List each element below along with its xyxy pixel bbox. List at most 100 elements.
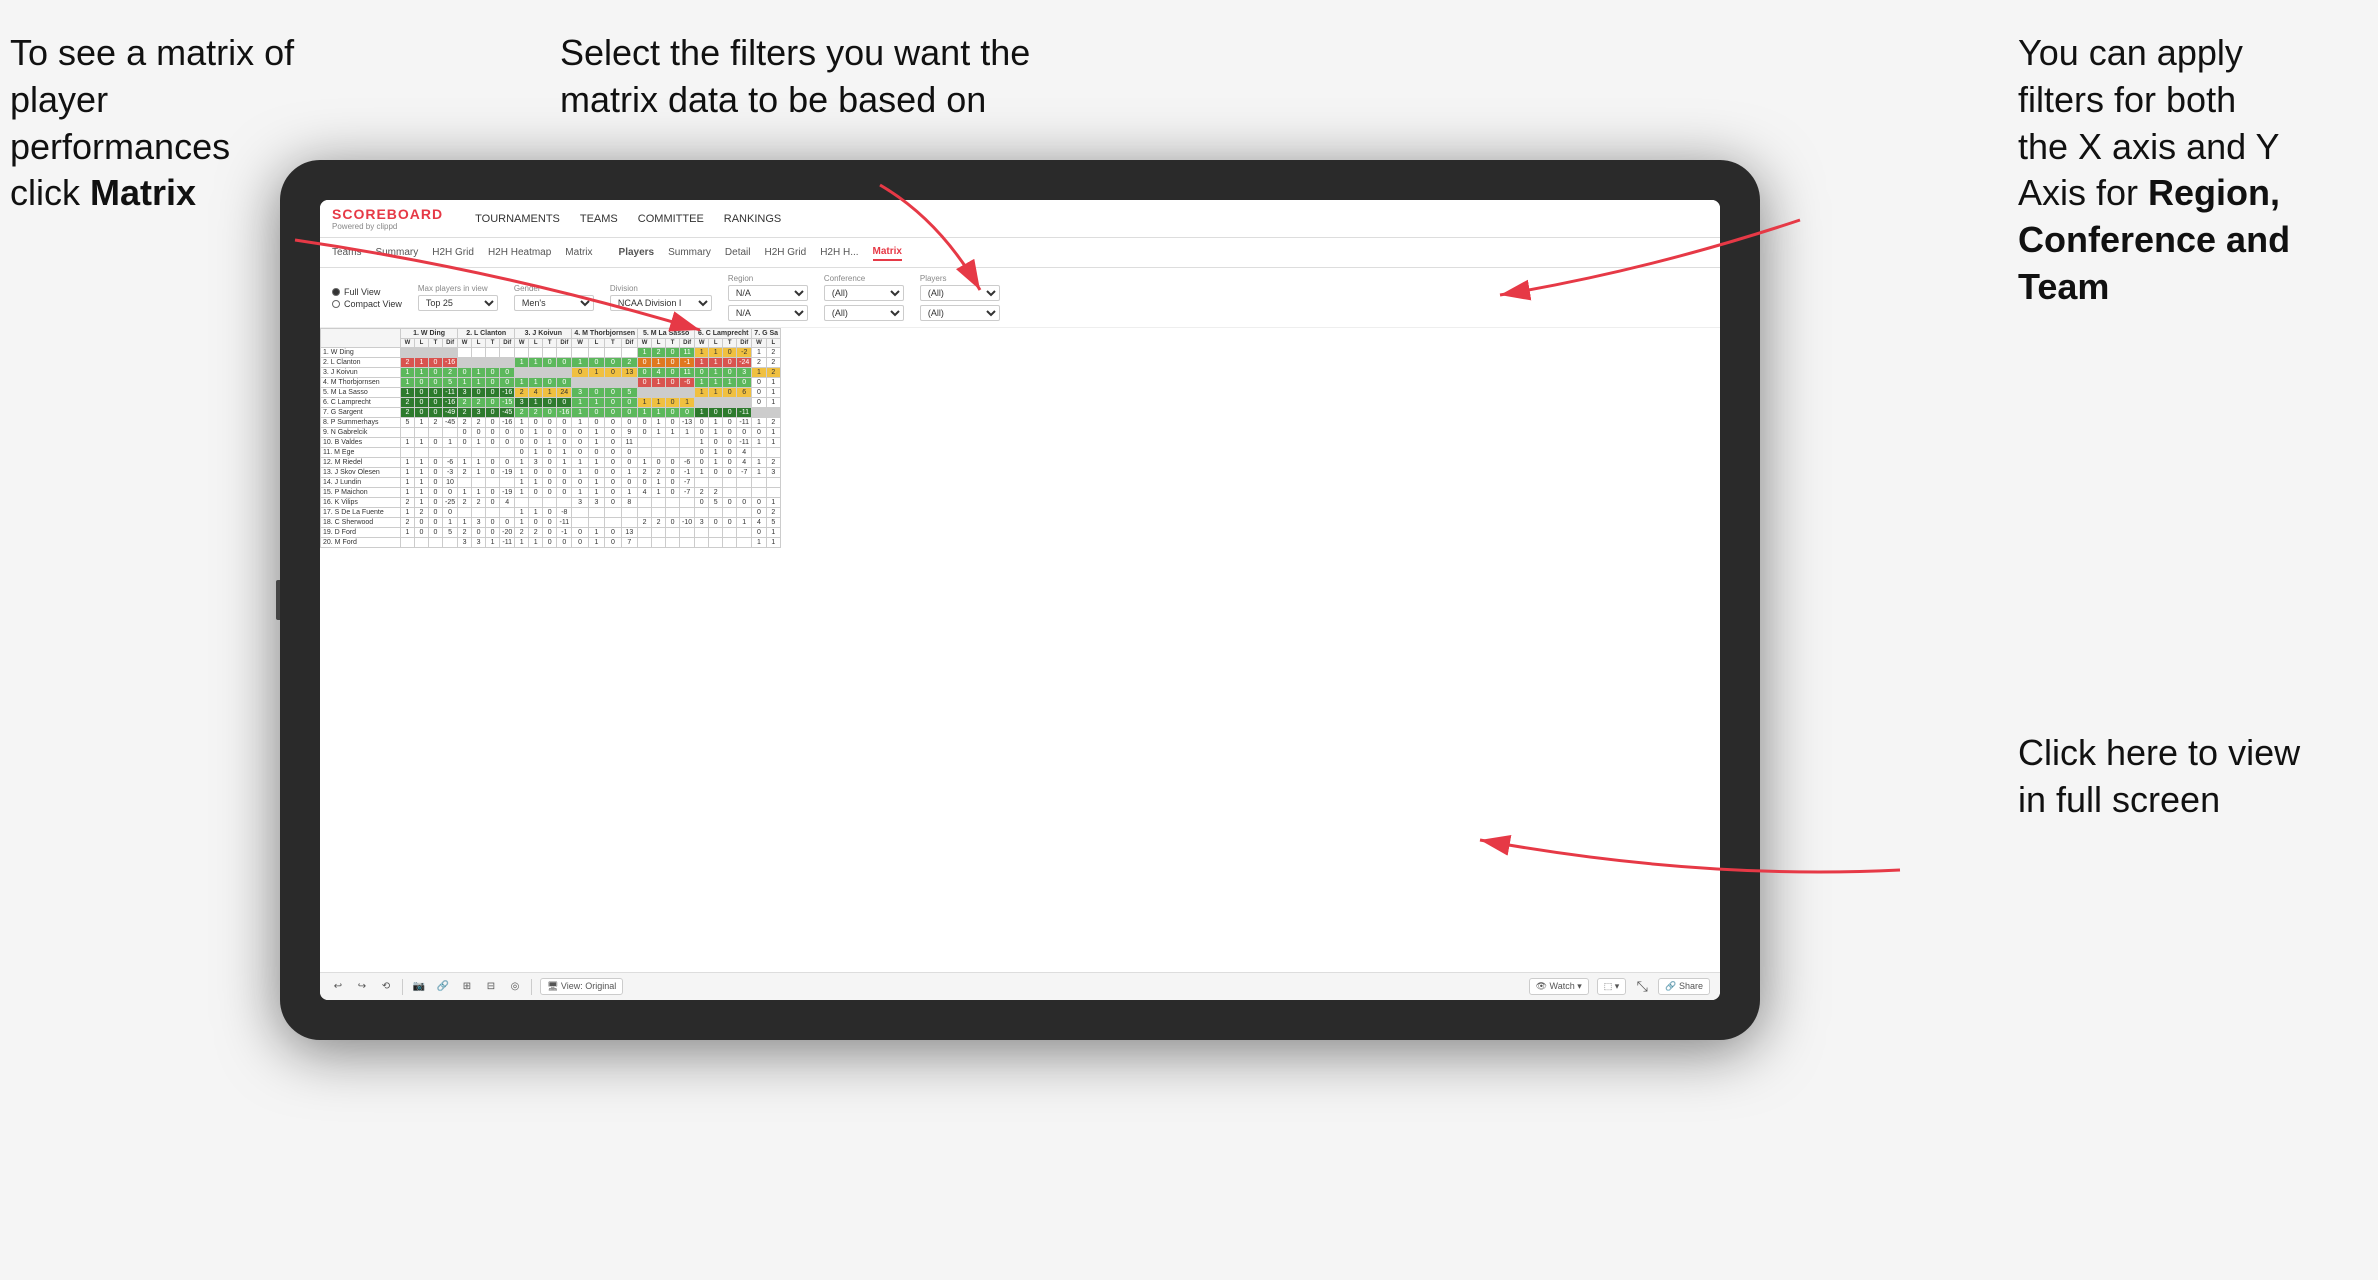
col-header-1: 1. W Ding (401, 329, 458, 339)
players-filter: Players (All) (All) (920, 274, 1000, 321)
compact-view-option[interactable]: Compact View (332, 299, 402, 309)
matrix-cell: 1 (588, 428, 604, 438)
players-select-1[interactable]: (All) (920, 285, 1000, 301)
matrix-cell: 5 (766, 518, 780, 528)
sub-nav-h2h-h[interactable]: H2H H... (820, 245, 858, 260)
matrix-cell: 0 (543, 428, 557, 438)
matrix-cell: 0 (737, 428, 752, 438)
matrix-cell (666, 528, 680, 538)
col-header-2: 2. L Clanton (458, 329, 515, 339)
sub-nav-h2h-heatmap[interactable]: H2H Heatmap (488, 245, 551, 260)
nav-committee[interactable]: COMMITTEE (638, 209, 704, 229)
matrix-cell: 1 (709, 358, 723, 368)
table-row: 14. J Lundin1101011000100010-7 (321, 478, 781, 488)
nav-rankings[interactable]: RANKINGS (724, 209, 781, 229)
sub-nav-h2h-grid[interactable]: H2H Grid (432, 245, 474, 260)
matrix-cell: 6 (737, 388, 752, 398)
matrix-cell: 0 (695, 368, 709, 378)
matrix-cell: 2 (458, 468, 472, 478)
sub-col-t2: T (486, 339, 500, 348)
matrix-cell: 0 (666, 358, 680, 368)
max-players-select[interactable]: Top 25 (418, 295, 498, 311)
gender-select[interactable]: Men's (514, 295, 594, 311)
matrix-cell (605, 348, 621, 358)
matrix-cell: 1 (572, 468, 588, 478)
matrix-cell: 1 (621, 468, 637, 478)
matrix-cell (695, 508, 709, 518)
refresh-icon[interactable]: ⟲ (378, 979, 394, 995)
minus-icon[interactable]: ⊟ (483, 979, 499, 995)
sub-nav-summary-2[interactable]: Summary (668, 245, 711, 260)
sub-nav-h2h-grid-2[interactable]: H2H Grid (765, 245, 807, 260)
matrix-cell: 0 (605, 398, 621, 408)
conference-label: Conference (824, 274, 904, 283)
matrix-table: 1. W Ding 2. L Clanton 3. J Koivun 4. M … (320, 328, 781, 548)
view-original-label: 🖥 View: Original (547, 981, 616, 992)
matrix-cell: 0 (588, 468, 604, 478)
link-icon[interactable]: 🔗 (435, 979, 451, 995)
compact-view-radio[interactable] (332, 300, 340, 308)
matrix-cell (680, 528, 695, 538)
nav-teams[interactable]: TEAMS (580, 209, 618, 229)
region-select-2[interactable]: N/A (728, 305, 808, 321)
redo-icon[interactable]: ↪ (354, 979, 370, 995)
camera-icon[interactable]: 📷 (411, 979, 427, 995)
full-view-radio[interactable] (332, 288, 340, 296)
matrix-cell: 1 (529, 538, 543, 548)
sub-nav-teams[interactable]: Teams (332, 245, 361, 260)
conference-select-2[interactable]: (All) (824, 305, 904, 321)
matrix-cell: 2 (766, 508, 780, 518)
matrix-cell: 1 (401, 458, 415, 468)
screen-button[interactable]: ⬚ ▾ (1597, 978, 1627, 995)
matrix-cell: 0 (543, 528, 557, 538)
matrix-cell: 0 (588, 388, 604, 398)
matrix-cell: 0 (543, 478, 557, 488)
scoreboard-logo: SCOREBOARD Powered by clippd (332, 206, 443, 231)
matrix-cell: 0 (621, 448, 637, 458)
filter-row: Full View Compact View Max players in vi… (320, 268, 1720, 328)
nav-tournaments[interactable]: TOURNAMENTS (475, 209, 560, 229)
matrix-cell: 0 (429, 408, 443, 418)
col-header-5: 5. M La Sasso (638, 329, 695, 339)
sub-nav-summary-1[interactable]: Summary (375, 245, 418, 260)
matrix-cell: 0 (429, 478, 443, 488)
sub-nav-detail[interactable]: Detail (725, 245, 751, 260)
sub-nav-matrix-active[interactable]: Matrix (873, 244, 902, 261)
matrix-cell (515, 368, 572, 378)
fullscreen-icon[interactable]: ⤡ (1634, 979, 1650, 995)
matrix-cell: -7 (737, 468, 752, 478)
matrix-cell (638, 438, 652, 448)
watch-button[interactable]: 👁 Watch ▾ (1529, 978, 1589, 995)
matrix-cell (472, 478, 486, 488)
toolbar-divider-1 (402, 979, 403, 995)
matrix-cell: 2 (709, 488, 723, 498)
matrix-cell: 1 (458, 458, 472, 468)
matrix-cell: 0 (666, 518, 680, 528)
player-name-cell: 3. J Koivun (321, 368, 401, 378)
division-select[interactable]: NCAA Division I (610, 295, 712, 311)
sub-nav-matrix-1[interactable]: Matrix (565, 245, 592, 260)
table-row: 7. G Sargent200-49230-45220-161000110010… (321, 408, 781, 418)
players-select-2[interactable]: (All) (920, 305, 1000, 321)
circle-icon[interactable]: ◎ (507, 979, 523, 995)
view-original-button[interactable]: 🖥 View: Original (540, 978, 623, 995)
sub-nav-players[interactable]: Players (619, 245, 655, 260)
matrix-cell (666, 498, 680, 508)
full-view-option[interactable]: Full View (332, 287, 402, 297)
player-name-cell: 13. J Skov Olesen (321, 468, 401, 478)
conference-select-1[interactable]: (All) (824, 285, 904, 301)
region-select-1[interactable]: N/A (728, 285, 808, 301)
matrix-cell: 0 (752, 508, 766, 518)
compact-view-label: Compact View (344, 299, 402, 309)
matrix-cell: 0 (486, 418, 500, 428)
undo-icon[interactable]: ↩ (330, 979, 346, 995)
matrix-cell: 2 (458, 528, 472, 538)
matrix-area[interactable]: 1. W Ding 2. L Clanton 3. J Koivun 4. M … (320, 328, 1720, 976)
matrix-cell: 0 (605, 388, 621, 398)
matrix-cell (588, 508, 604, 518)
share-button[interactable]: 🔗 Share (1658, 978, 1710, 995)
grid-icon[interactable]: ⊞ (459, 979, 475, 995)
matrix-cell (638, 498, 652, 508)
matrix-cell: 1 (709, 418, 723, 428)
matrix-cell (652, 508, 666, 518)
